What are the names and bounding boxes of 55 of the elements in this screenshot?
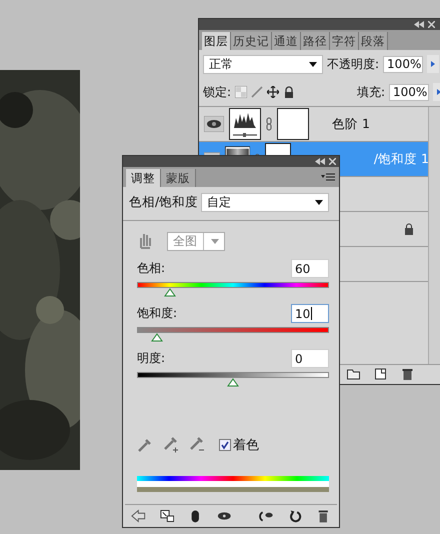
menu-icon[interactable] xyxy=(321,173,335,181)
value-field[interactable]: 0 xyxy=(291,349,329,368)
eyedropper-icon[interactable] xyxy=(137,437,153,453)
opacity-field[interactable]: 100% xyxy=(383,56,424,72)
panel-tab[interactable]: 图层 xyxy=(202,32,231,50)
new-layer-icon[interactable] xyxy=(373,367,388,381)
caret-icon xyxy=(309,62,317,66)
eyedropper-plus-icon[interactable] xyxy=(163,437,179,453)
value-field[interactable]: 60 xyxy=(291,259,329,278)
colorize-label: 着色 xyxy=(233,437,259,454)
panel-tab[interactable]: 蒙版 xyxy=(161,169,196,187)
link-icon[interactable] xyxy=(266,117,272,131)
slider-label: 饱和度: xyxy=(137,305,178,322)
slider-label: 色相: xyxy=(137,260,166,277)
resize-icon[interactable] xyxy=(160,509,174,523)
preset-dropdown[interactable]: 自定 xyxy=(201,193,329,212)
folder-icon[interactable] xyxy=(346,367,361,381)
fill-label: 填充: xyxy=(356,84,385,100)
blend-mode-dropdown[interactable]: 正常 xyxy=(203,54,323,74)
eye-icon[interactable] xyxy=(204,116,224,132)
checker-icon[interactable] xyxy=(235,86,248,98)
collapse-icon[interactable] xyxy=(414,21,424,28)
arrow-button-icon[interactable] xyxy=(427,55,440,73)
close-icon[interactable] xyxy=(329,158,336,165)
caret-icon xyxy=(211,238,219,244)
adjustment-name: 色相/饱和度 xyxy=(129,194,198,211)
panel-tab[interactable]: 字符 xyxy=(330,32,359,50)
panel-tab[interactable]: 路径 xyxy=(301,32,330,50)
opacity-label: 不透明度: xyxy=(327,56,380,72)
value-field[interactable]: 10 xyxy=(291,304,329,323)
eyedropper-minus-icon[interactable] xyxy=(189,437,205,453)
panel-tab[interactable]: 历史记 xyxy=(231,32,272,50)
fill-field[interactable]: 100% xyxy=(389,84,429,100)
panel-tab[interactable]: 调整 xyxy=(126,169,161,187)
layer-row[interactable]: 色阶 1 xyxy=(199,107,429,142)
collapse-icon[interactable] xyxy=(315,158,325,165)
panel-tab[interactable]: 通道 xyxy=(272,32,301,50)
refresh-eye-icon[interactable] xyxy=(259,509,274,523)
histogram-thumbnail-icon xyxy=(229,108,261,140)
lock-icon xyxy=(404,223,414,235)
layer-name: /饱和度 1 xyxy=(374,150,429,168)
reset-icon[interactable] xyxy=(288,509,302,523)
layer-name: 色阶 1 xyxy=(332,116,370,132)
lock-label: 锁定: xyxy=(203,84,232,100)
close-icon[interactable] xyxy=(428,21,435,28)
colorize-checkbox[interactable] xyxy=(219,439,231,451)
back-arrow-icon[interactable] xyxy=(131,509,146,523)
slider-label: 明度: xyxy=(137,350,166,367)
caret-icon xyxy=(315,200,323,205)
mask-thumbnail xyxy=(277,108,309,140)
lock-icon[interactable] xyxy=(283,86,296,98)
scrollbar[interactable] xyxy=(428,107,440,364)
move-icon[interactable] xyxy=(267,86,280,98)
panel-tab[interactable]: 段落 xyxy=(359,32,388,50)
trash-icon[interactable] xyxy=(400,367,415,381)
